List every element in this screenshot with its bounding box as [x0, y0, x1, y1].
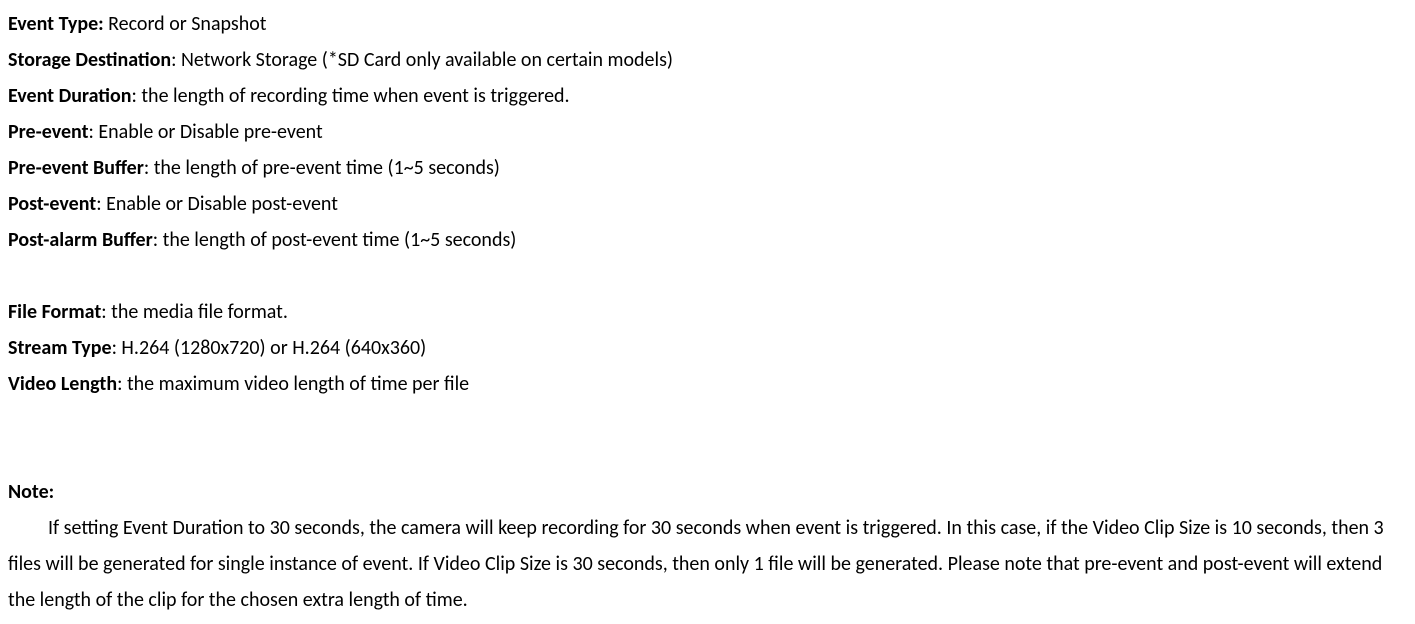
- note-body: If setting Event Duration to 30 seconds,…: [8, 510, 1407, 618]
- value-event-type: Record or Snapshot: [104, 12, 267, 36]
- label-pre-event: Pre-event: [8, 120, 89, 144]
- note-heading: Note:: [8, 474, 1407, 510]
- value-post-event: : Enable or Disable post-event: [96, 192, 338, 216]
- field-video-length: Video Length: the maximum video length o…: [8, 366, 1407, 402]
- label-event-duration: Event Duration: [8, 84, 131, 108]
- field-event-type: Event Type: Record or Snapshot: [8, 6, 1407, 42]
- label-file-format: File Format: [8, 300, 101, 324]
- value-pre-event-buffer: : the length of pre-event time (1~5 seco…: [144, 156, 500, 180]
- value-stream-type: : H.264 (1280x720) or H.264 (640x360): [112, 336, 427, 360]
- label-video-length: Video Length: [8, 372, 117, 396]
- value-event-duration: : the length of recording time when even…: [131, 84, 569, 108]
- field-file-format: File Format: the media file format.: [8, 294, 1407, 330]
- label-storage-destination: Storage Destination: [8, 48, 171, 72]
- field-stream-type: Stream Type: H.264 (1280x720) or H.264 (…: [8, 330, 1407, 366]
- label-event-type: Event Type:: [8, 12, 104, 36]
- value-pre-event: : Enable or Disable pre-event: [89, 120, 323, 144]
- field-event-duration: Event Duration: the length of recording …: [8, 78, 1407, 114]
- value-storage-destination: : Network Storage (*SD Card only availab…: [171, 48, 673, 72]
- field-post-alarm-buffer: Post-alarm Buffer: the length of post-ev…: [8, 222, 1407, 258]
- label-post-event: Post-event: [8, 192, 96, 216]
- blank-line: [8, 258, 1407, 294]
- label-pre-event-buffer: Pre-event Buffer: [8, 156, 144, 180]
- value-file-format: : the media file format.: [101, 300, 288, 324]
- field-post-event: Post-event: Enable or Disable post-event: [8, 186, 1407, 222]
- value-video-length: : the maximum video length of time per f…: [117, 372, 469, 396]
- field-storage-destination: Storage Destination: Network Storage (*S…: [8, 42, 1407, 78]
- blank-section: [8, 402, 1407, 474]
- label-note: Note:: [8, 480, 54, 504]
- label-post-alarm-buffer: Post-alarm Buffer: [8, 228, 153, 252]
- label-stream-type: Stream Type: [8, 336, 112, 360]
- value-post-alarm-buffer: : the length of post-event time (1~5 sec…: [153, 228, 517, 252]
- field-pre-event-buffer: Pre-event Buffer: the length of pre-even…: [8, 150, 1407, 186]
- field-pre-event: Pre-event: Enable or Disable pre-event: [8, 114, 1407, 150]
